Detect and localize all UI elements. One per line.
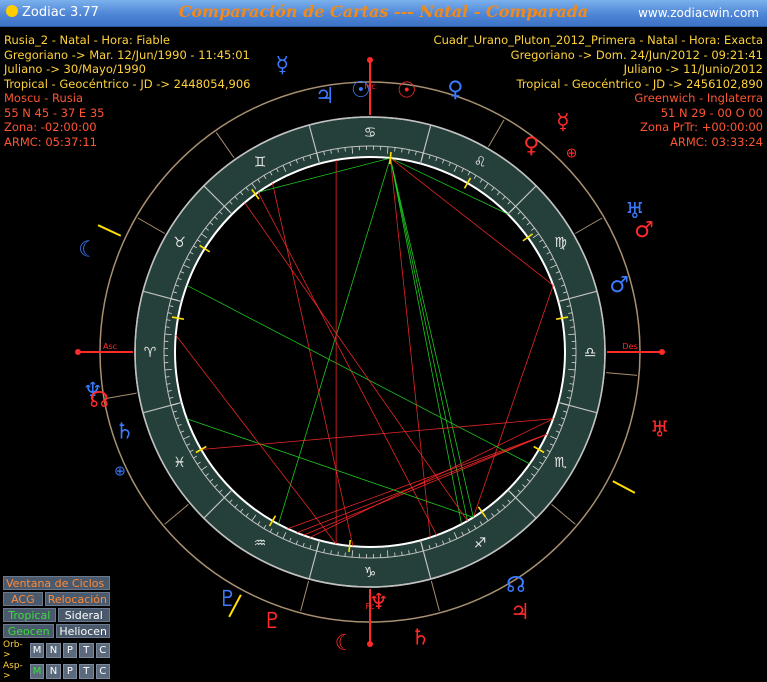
asp-c-button[interactable]: C [96,664,110,679]
sign-scorpio-icon: ♏ [554,455,567,471]
orb-n-button[interactable]: N [46,643,60,658]
geocentric-button[interactable]: Geocen [3,624,54,638]
natal-mercury-icon[interactable]: ☿ [276,53,290,78]
planet-connector [431,581,439,611]
title-bar: Zodiac 3.77 Comparación de Cartas --- Na… [0,0,767,27]
orb-row: Orb-> M N P T C [3,640,110,660]
planet-connector [216,132,234,157]
comparison-wheel[interactable]: ♋♊♉♈♓♒♑♐♏♎♍♌ AscDesMcFc ☾☿♃☉♀♅♂♆♄♇☊⊕☉♀☿♂… [0,26,767,676]
sign-virgo-icon: ♍ [554,235,567,251]
sign-capricorn-icon: ♑ [364,565,377,581]
asp-m-button[interactable]: M [30,664,44,679]
cycles-window-button[interactable]: Ventana de Ciclos [3,576,110,590]
sign-gemini-icon: ♊ [254,154,267,170]
imum-coeli-arrowhead [367,641,373,647]
sign-aries-icon: ♈ [144,345,157,361]
heliocentric-button[interactable]: Heliocen [56,624,110,638]
sign-leo-icon: ♌ [474,154,487,170]
ascendant-arrowhead [75,349,81,355]
descendant-label: Des [622,342,637,351]
orb-c-button[interactable]: C [96,643,110,658]
planet-connector [606,373,637,376]
planet-connector [165,504,189,524]
transit-part-of-fortune-icon[interactable]: ⊕ [566,145,578,161]
acg-button[interactable]: ACG [3,592,43,606]
natal-sun-icon[interactable]: ☉ [351,78,371,103]
website-link[interactable]: www.zodiacwin.com [638,6,759,20]
planet-connector [575,218,602,234]
orb-p-button[interactable]: P [63,643,77,658]
transit-marker [613,481,635,493]
asp-n-button[interactable]: N [46,664,60,679]
midheaven-arrowhead [367,57,373,63]
transit-sun-icon[interactable]: ☉ [397,79,417,104]
natal-part-of-fortune-icon[interactable]: ⊕ [114,464,126,480]
sign-taurus-icon: ♉ [173,235,186,251]
aspect-label: Asp-> [3,661,28,681]
sign-cancer-icon: ♋ [364,125,377,141]
transit-mercury-icon[interactable]: ☿ [556,110,570,135]
planet-connector [138,218,165,234]
planet-connector [301,581,309,611]
sign-pisces-icon: ♓ [173,455,186,471]
aspect-row: Asp-> M N P T C [3,661,110,681]
descendant-arrowhead [659,349,665,355]
transit-venus-icon[interactable]: ♀ [523,134,539,159]
transit-neptune-icon[interactable]: ♆ [369,590,389,615]
transit-uranus-icon[interactable]: ♅ [650,418,670,443]
planet-connector [552,504,576,524]
natal-node-icon[interactable]: ☊ [506,573,526,598]
asp-t-button[interactable]: T [79,664,93,679]
relocation-button[interactable]: Relocación [45,592,110,606]
transit-marker [98,225,121,236]
transit-node-icon[interactable]: ☊ [89,388,109,413]
natal-moon-icon[interactable]: ☾ [78,237,98,262]
transit-moon-icon[interactable]: ☾ [335,631,355,656]
orb-m-button[interactable]: M [30,643,44,658]
sign-aquarius-icon: ♒ [254,536,267,552]
sign-libra-icon: ♎ [584,345,597,361]
asp-p-button[interactable]: P [63,664,77,679]
transit-pluto-icon[interactable]: ♇ [262,609,282,634]
ascendant-label: Asc [103,342,117,351]
sign-sagittarius-icon: ♐ [474,536,487,552]
transit-saturn-icon[interactable]: ♄ [410,626,430,651]
natal-saturn-icon[interactable]: ♄ [115,420,135,445]
sidereal-button[interactable]: Sideral [58,608,111,622]
planet-connector [489,120,505,147]
control-panel: Ventana de Ciclos ACG Relocación Tropica… [3,576,110,682]
orb-t-button[interactable]: T [79,643,93,658]
planet-connector [106,393,137,398]
tropical-button[interactable]: Tropical [3,608,56,622]
orb-label: Orb-> [3,640,28,660]
transit-jupiter-icon[interactable]: ♃ [510,600,530,625]
natal-venus-icon[interactable]: ♀ [447,78,463,103]
natal-pluto-icon[interactable]: ♇ [218,587,238,612]
natal-jupiter-icon[interactable]: ♃ [315,84,335,109]
transit-mars-icon[interactable]: ♂ [634,218,654,243]
natal-mars-icon[interactable]: ♂ [609,273,629,298]
